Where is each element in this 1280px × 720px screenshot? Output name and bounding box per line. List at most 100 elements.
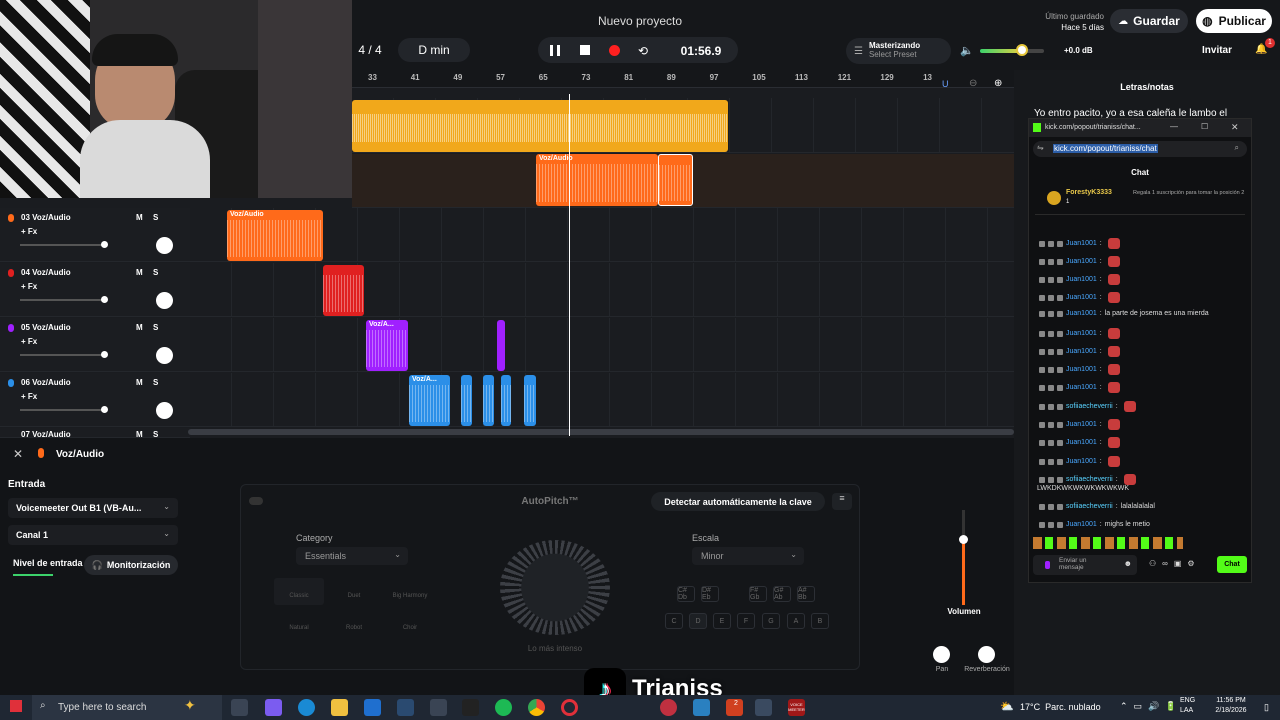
- edge-icon[interactable]: [298, 699, 315, 716]
- copilot-icon[interactable]: [265, 699, 282, 716]
- solo-button[interactable]: S: [153, 378, 158, 387]
- solo-button[interactable]: S: [153, 268, 158, 277]
- track-header[interactable]: 07 Voz/Audio M S: [0, 428, 190, 438]
- mastering-button[interactable]: ☰ Masterizando Select Preset: [846, 38, 951, 64]
- track-volume-slider[interactable]: [20, 354, 106, 356]
- scale-select[interactable]: Minor ⌄: [692, 547, 804, 565]
- project-title[interactable]: Nuevo proyecto: [560, 14, 720, 28]
- chat-username[interactable]: Juan1001: [1066, 294, 1097, 301]
- chat-message[interactable]: Juan1001:: [1039, 274, 1120, 285]
- opera-icon[interactable]: [561, 699, 578, 716]
- chat-username[interactable]: sofiiaecheverrii: [1066, 503, 1113, 510]
- track-volume-slider[interactable]: [20, 409, 106, 411]
- magnet-icon[interactable]: U: [942, 79, 949, 89]
- audio-clip[interactable]: Voz/A...: [409, 375, 450, 426]
- slider-handle[interactable]: [101, 351, 108, 358]
- chat-username[interactable]: Juan1001: [1066, 240, 1097, 247]
- track-lane[interactable]: [190, 318, 1014, 372]
- key-f-sharp[interactable]: F# Gb: [749, 586, 767, 602]
- zoom-out-icon[interactable]: ⊖: [969, 78, 977, 89]
- pan-dial[interactable]: [156, 292, 173, 309]
- track-header[interactable]: 04 Voz/Audio + Fx M S: [0, 263, 190, 317]
- add-fx-button[interactable]: + Fx: [21, 392, 37, 401]
- chat-username[interactable]: Juan1001: [1066, 421, 1097, 428]
- chat-message[interactable]: Juan1001: mighs le metio: [1039, 521, 1150, 528]
- track-name[interactable]: 06 Voz/Audio: [21, 378, 71, 387]
- chrome-icon[interactable]: [528, 699, 545, 716]
- search-box[interactable]: ⌕ Type here to search ✦: [32, 695, 222, 720]
- intensity-knob[interactable]: [500, 540, 610, 635]
- chat-message[interactable]: sofiiaecheverrii:: [1039, 474, 1136, 485]
- chat-username[interactable]: Juan1001: [1066, 384, 1097, 391]
- chat-username[interactable]: sofiiaecheverrii: [1066, 403, 1113, 410]
- track-name[interactable]: 03 Voz/Audio: [21, 213, 71, 222]
- chat-message[interactable]: sofiiaecheverrii:: [1039, 401, 1136, 412]
- start-icon[interactable]: [10, 700, 22, 712]
- spotify-icon[interactable]: [495, 699, 512, 716]
- key-b[interactable]: B: [811, 613, 829, 629]
- key-d-sharp[interactable]: D# Eb: [701, 586, 719, 602]
- audio-clip[interactable]: [501, 375, 511, 426]
- power-toggle[interactable]: [249, 497, 263, 505]
- track-name[interactable]: 04 Voz/Audio: [21, 268, 71, 277]
- track-volume-slider[interactable]: [20, 299, 106, 301]
- pause-icon[interactable]: [550, 45, 560, 56]
- slider-handle[interactable]: [101, 296, 108, 303]
- volume-knob[interactable]: [1016, 44, 1028, 56]
- invite-button[interactable]: Invitar: [1202, 45, 1232, 56]
- preset-robot[interactable]: Robot: [329, 610, 379, 637]
- playhead[interactable]: [569, 94, 570, 436]
- track-header[interactable]: 03 Voz/Audio + Fx M S: [0, 208, 190, 262]
- explorer-icon[interactable]: [331, 699, 348, 716]
- chat-message[interactable]: Juan1001:: [1039, 328, 1120, 339]
- pan-dial[interactable]: [156, 237, 173, 254]
- chat-message[interactable]: Juan1001:: [1039, 456, 1120, 467]
- chat-username[interactable]: Juan1001: [1066, 258, 1097, 265]
- key-c[interactable]: C: [665, 613, 683, 629]
- key-g-sharp[interactable]: G# Ab: [773, 586, 791, 602]
- time-signature[interactable]: 4 / 4: [352, 38, 388, 62]
- pan-dial[interactable]: [156, 402, 173, 419]
- top-gifter-name[interactable]: ForestyK3333: [1066, 189, 1112, 196]
- close-icon[interactable]: ✕: [13, 447, 23, 461]
- solo-button[interactable]: S: [153, 323, 158, 332]
- close-icon[interactable]: ✕: [1231, 122, 1239, 133]
- master-volume-slider[interactable]: [980, 49, 1044, 53]
- save-button[interactable]: ☁ Guardar: [1110, 9, 1188, 33]
- chat-message[interactable]: Juan1001:: [1039, 346, 1120, 357]
- chat-username[interactable]: Juan1001: [1066, 330, 1097, 337]
- key-d[interactable]: D: [689, 613, 707, 629]
- voicemeeter-icon[interactable]: VOICE MEETER: [788, 699, 805, 716]
- preset-choir[interactable]: Choir: [384, 610, 436, 637]
- outlook-icon[interactable]: [364, 699, 381, 716]
- stop-icon[interactable]: [580, 45, 590, 55]
- mute-button[interactable]: M: [136, 378, 143, 387]
- notification-icon[interactable]: ▯: [1264, 702, 1269, 713]
- key-g[interactable]: G: [762, 613, 780, 629]
- chat-username[interactable]: Juan1001: [1066, 366, 1097, 373]
- chat-message[interactable]: sofiiaecheverrii: lalalalalalal: [1039, 503, 1155, 510]
- epic-icon[interactable]: [462, 699, 479, 716]
- chat-settings-icons[interactable]: ⚇∞▣⚙: [1149, 559, 1201, 568]
- emote-bar[interactable]: [1033, 537, 1183, 549]
- key-select[interactable]: D min: [398, 38, 470, 62]
- weather-text[interactable]: 17°C Parc. nublado: [1020, 702, 1101, 712]
- speaker-icon[interactable]: 🔈: [960, 44, 974, 57]
- weather-icon[interactable]: ⛅: [1000, 700, 1014, 713]
- key-e[interactable]: E: [713, 613, 731, 629]
- chat-message[interactable]: Juan1001: la parte de josema es una mierd…: [1039, 310, 1209, 317]
- app-icon[interactable]: [693, 699, 710, 716]
- publish-button[interactable]: ◍ Publicar: [1196, 9, 1272, 33]
- language-indicator[interactable]: ENG LAA: [1180, 696, 1195, 716]
- settings-sliders-icon[interactable]: ≡: [832, 493, 852, 510]
- chat-username[interactable]: Juan1001: [1066, 521, 1097, 528]
- input-device-select[interactable]: Voicemeeter Out B1 (VB-Au... ⌄: [8, 498, 178, 518]
- horizontal-scrollbar[interactable]: [188, 429, 1014, 435]
- chat-message[interactable]: LWKDKWKWKWKWKWKWK: [1037, 485, 1129, 492]
- add-fx-button[interactable]: + Fx: [21, 282, 37, 291]
- site-settings-icon[interactable]: ⇋: [1037, 143, 1044, 152]
- chat-message[interactable]: Juan1001:: [1039, 437, 1120, 448]
- clock-date[interactable]: 2/18/2026: [1206, 707, 1256, 714]
- selected-audio-clip[interactable]: [658, 154, 693, 206]
- tray-icons[interactable]: ⌃▭🔊🔋: [1120, 701, 1182, 712]
